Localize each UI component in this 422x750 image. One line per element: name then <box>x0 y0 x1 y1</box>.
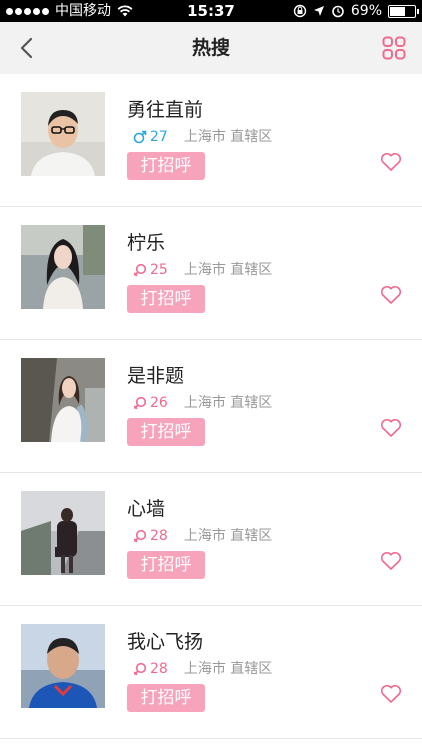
navigation-bar: 热搜 <box>0 22 422 74</box>
user-age: 25 <box>150 262 168 278</box>
user-location: 上海市 直辖区 <box>183 262 273 278</box>
avatar[interactable] <box>21 225 105 309</box>
status-bar: 中国移动 15:37 69% <box>0 0 422 22</box>
user-location: 上海市 直辖区 <box>183 129 273 145</box>
female-icon <box>133 263 147 277</box>
user-age: 28 <box>150 528 168 544</box>
grid-icon[interactable] <box>382 36 406 60</box>
list-item[interactable]: 是非题 26 上海市 直辖区 打招呼 <box>0 340 422 473</box>
user-age: 26 <box>150 395 168 411</box>
user-meta: 28 上海市 直辖区 <box>133 527 272 545</box>
status-right: 69% <box>293 3 419 19</box>
greet-button[interactable]: 打招呼 <box>127 152 205 180</box>
female-icon <box>133 662 147 676</box>
user-meta: 27 上海市 直辖区 <box>133 128 272 146</box>
greet-button[interactable]: 打招呼 <box>127 684 205 712</box>
avatar[interactable] <box>21 358 105 442</box>
user-name: 我心飞扬 <box>127 631 204 653</box>
heart-icon[interactable] <box>380 285 402 305</box>
battery-icon <box>388 4 419 18</box>
user-meta: 26 上海市 直辖区 <box>133 394 272 412</box>
heart-icon[interactable] <box>380 152 402 172</box>
avatar[interactable] <box>21 624 105 708</box>
user-age: 28 <box>150 661 168 677</box>
list-item[interactable]: 勇往直前 27 上海市 直辖区 打招呼 <box>0 74 422 207</box>
location-arrow-icon <box>313 6 324 16</box>
female-icon <box>133 529 147 543</box>
greet-button[interactable]: 打招呼 <box>127 551 205 579</box>
user-age: 27 <box>150 129 168 145</box>
avatar[interactable] <box>21 92 105 176</box>
user-location: 上海市 直辖区 <box>183 661 273 677</box>
heart-icon[interactable] <box>380 551 402 571</box>
avatar[interactable] <box>21 491 105 575</box>
heart-icon[interactable] <box>380 418 402 438</box>
user-name: 柠乐 <box>127 232 166 254</box>
user-meta: 25 上海市 直辖区 <box>133 261 272 279</box>
battery-percent: 69% <box>350 3 382 19</box>
rotation-lock-icon <box>293 4 307 18</box>
list-item[interactable]: 柠乐 25 上海市 直辖区 打招呼 <box>0 207 422 340</box>
user-list: 勇往直前 27 上海市 直辖区 打招呼 柠乐 25 上海市 直辖区 打招呼 是非… <box>0 74 422 739</box>
user-location: 上海市 直辖区 <box>183 395 273 411</box>
alarm-icon <box>332 5 344 18</box>
user-name: 心墙 <box>127 498 166 520</box>
page-title: 热搜 <box>191 37 230 59</box>
user-name: 是非题 <box>127 365 185 387</box>
male-icon <box>133 130 147 144</box>
list-item[interactable]: 我心飞扬 28 上海市 直辖区 打招呼 <box>0 606 422 739</box>
heart-icon[interactable] <box>380 684 402 704</box>
user-meta: 28 上海市 直辖区 <box>133 660 272 678</box>
user-location: 上海市 直辖区 <box>183 528 273 544</box>
user-name: 勇往直前 <box>127 99 204 121</box>
greet-button[interactable]: 打招呼 <box>127 285 205 313</box>
female-icon <box>133 396 147 410</box>
list-item[interactable]: 心墙 28 上海市 直辖区 打招呼 <box>0 473 422 606</box>
greet-button[interactable]: 打招呼 <box>127 418 205 446</box>
